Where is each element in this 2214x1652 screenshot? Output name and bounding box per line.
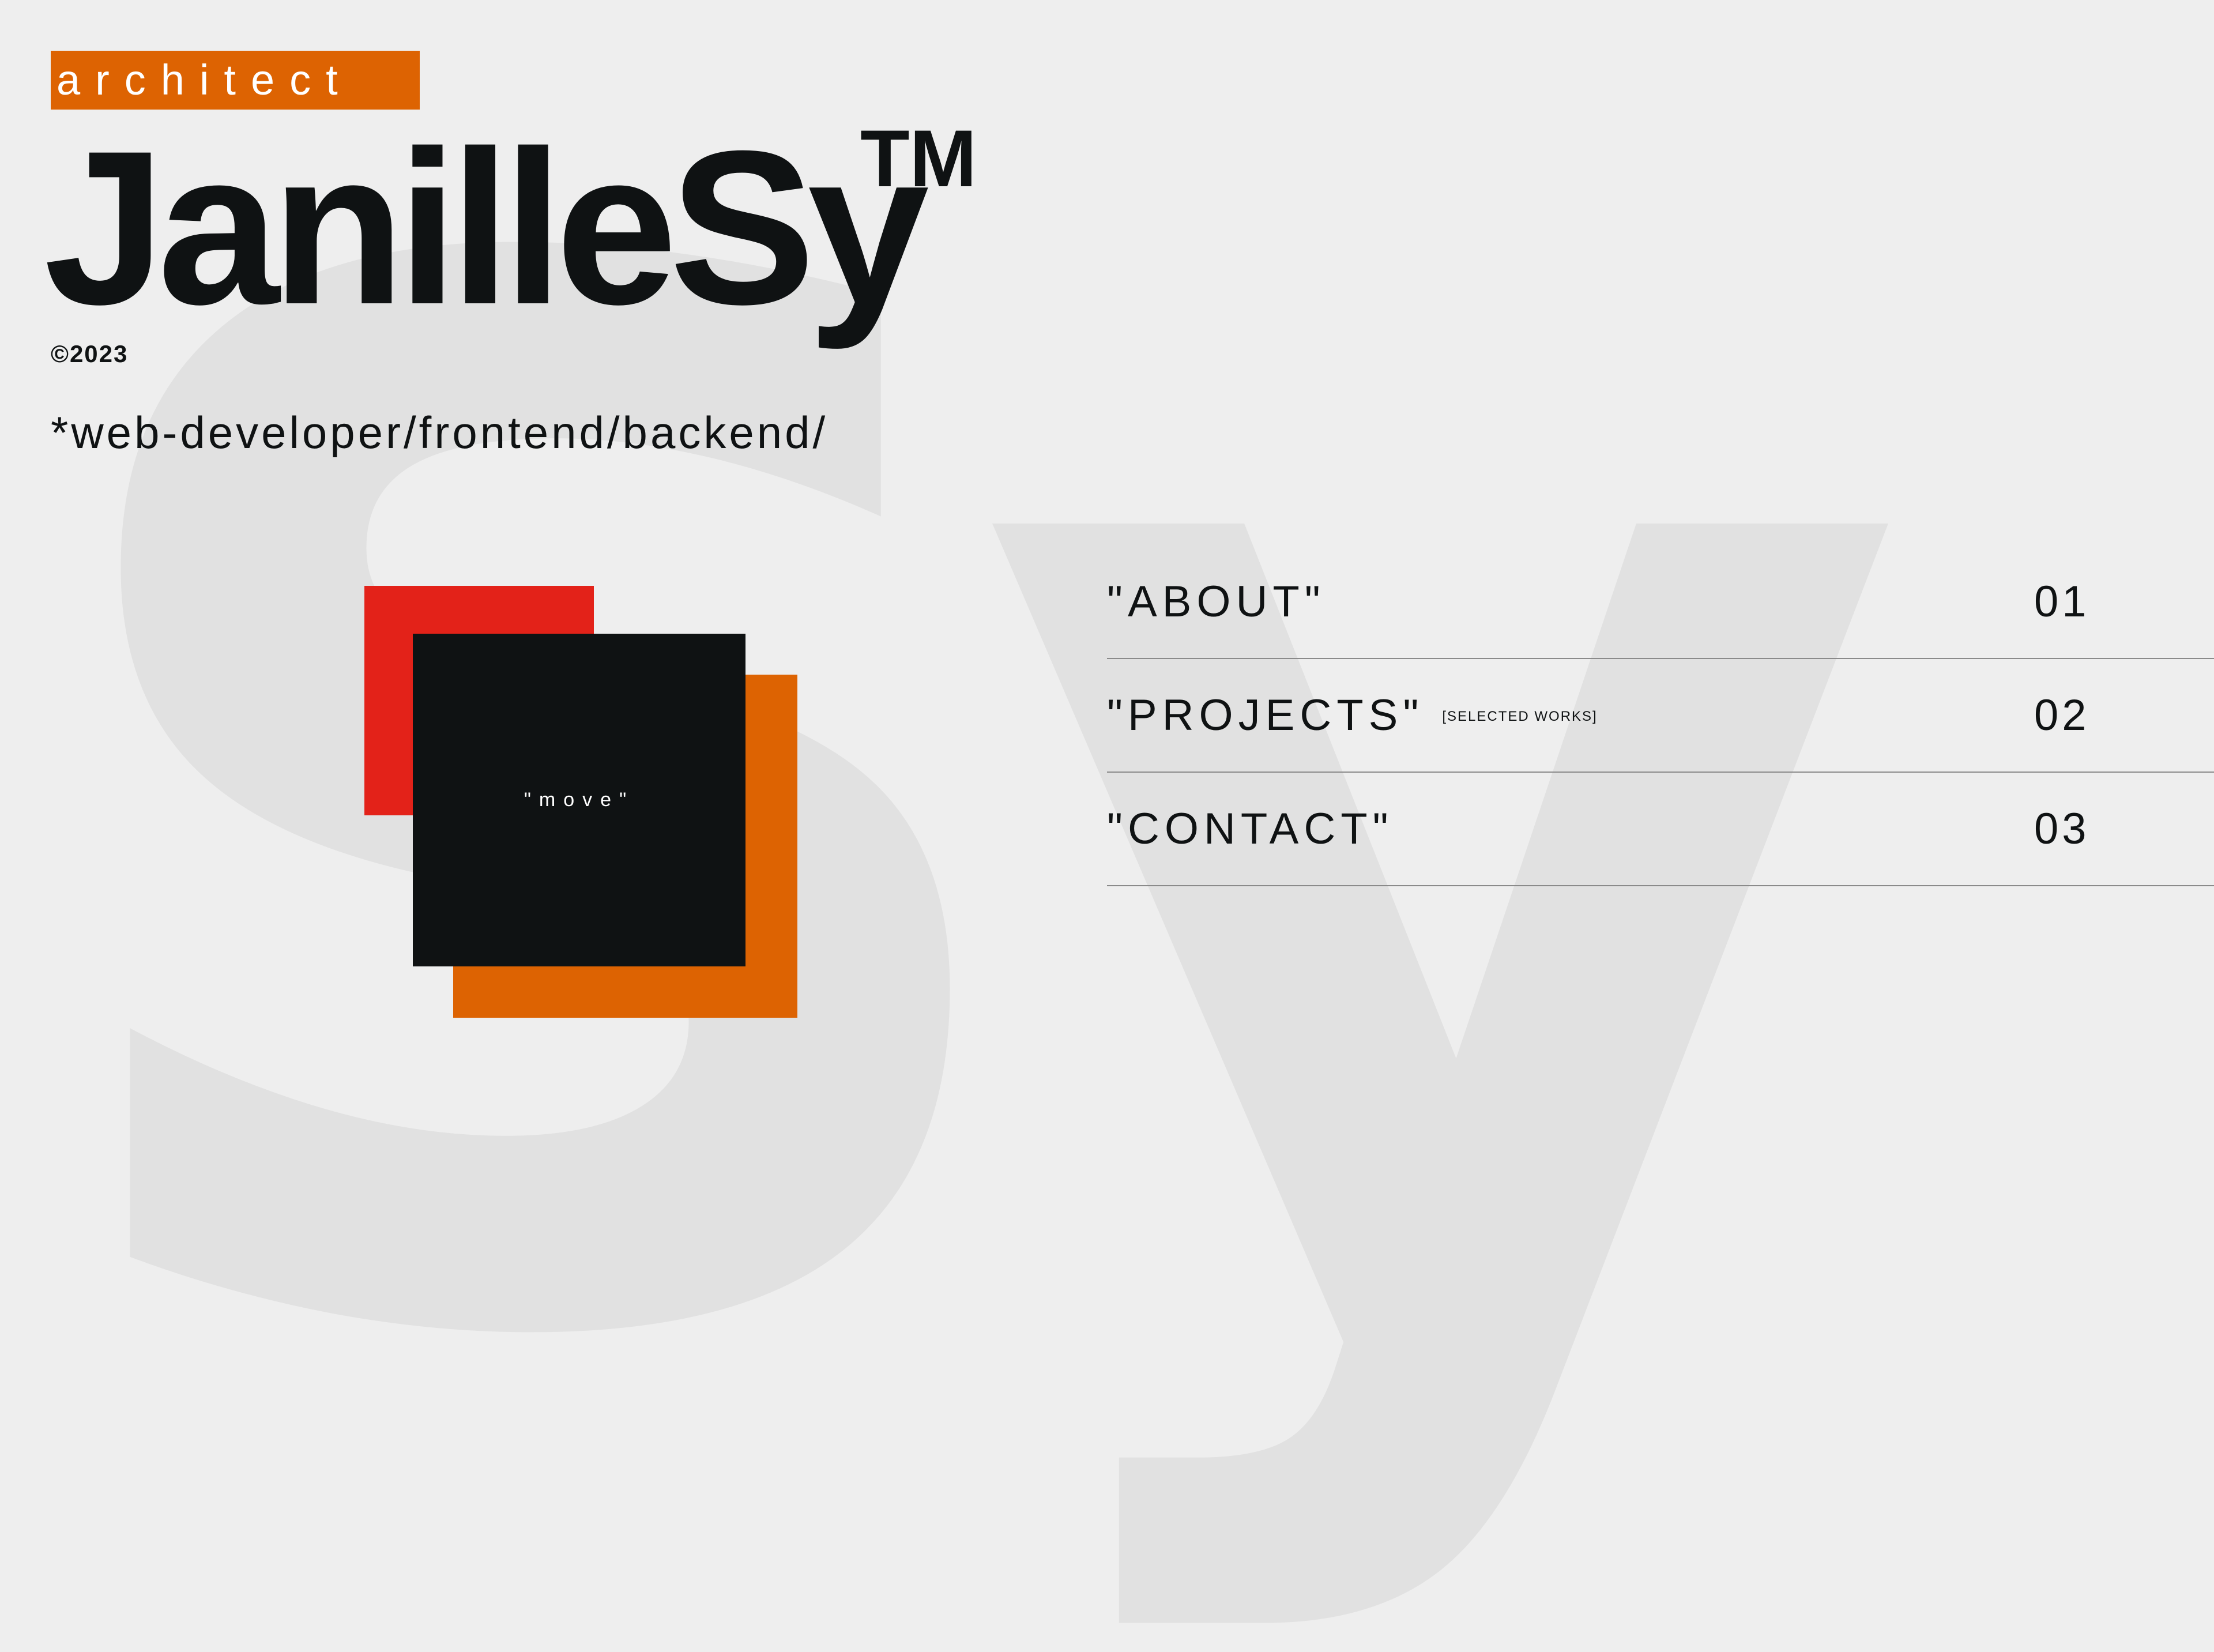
copyright-label: ©2023	[51, 340, 129, 367]
nav-item-label: "ABOUT"	[1107, 577, 1326, 626]
nav-item-number: 03	[2034, 804, 2090, 853]
nav-item-projects[interactable]: "PROJECTS" [SELECTED WORKS] 02	[1107, 659, 2214, 773]
main-nav: "ABOUT" 01 "PROJECTS" [SELECTED WORKS] 0…	[1107, 545, 2214, 886]
trademark-symbol: TM	[860, 113, 977, 204]
nav-item-label: "CONTACT"	[1107, 804, 1394, 853]
nav-item-note: [SELECTED WORKS]	[1442, 708, 1598, 724]
move-label: "move"	[524, 789, 635, 811]
brand-name: JanilleSy	[44, 105, 929, 350]
nav-item-number: 01	[2034, 577, 2090, 626]
nav-item-contact[interactable]: "CONTACT" 03	[1107, 773, 2214, 886]
nav-item-label: "PROJECTS"	[1107, 691, 1424, 740]
tagline: *web-developer/frontend/backend/	[51, 407, 829, 458]
nav-item-number: 02	[2034, 691, 2090, 740]
move-square[interactable]: "move"	[413, 634, 745, 966]
role-tag: architect	[51, 51, 420, 110]
nav-item-about[interactable]: "ABOUT" 01	[1107, 545, 2214, 659]
